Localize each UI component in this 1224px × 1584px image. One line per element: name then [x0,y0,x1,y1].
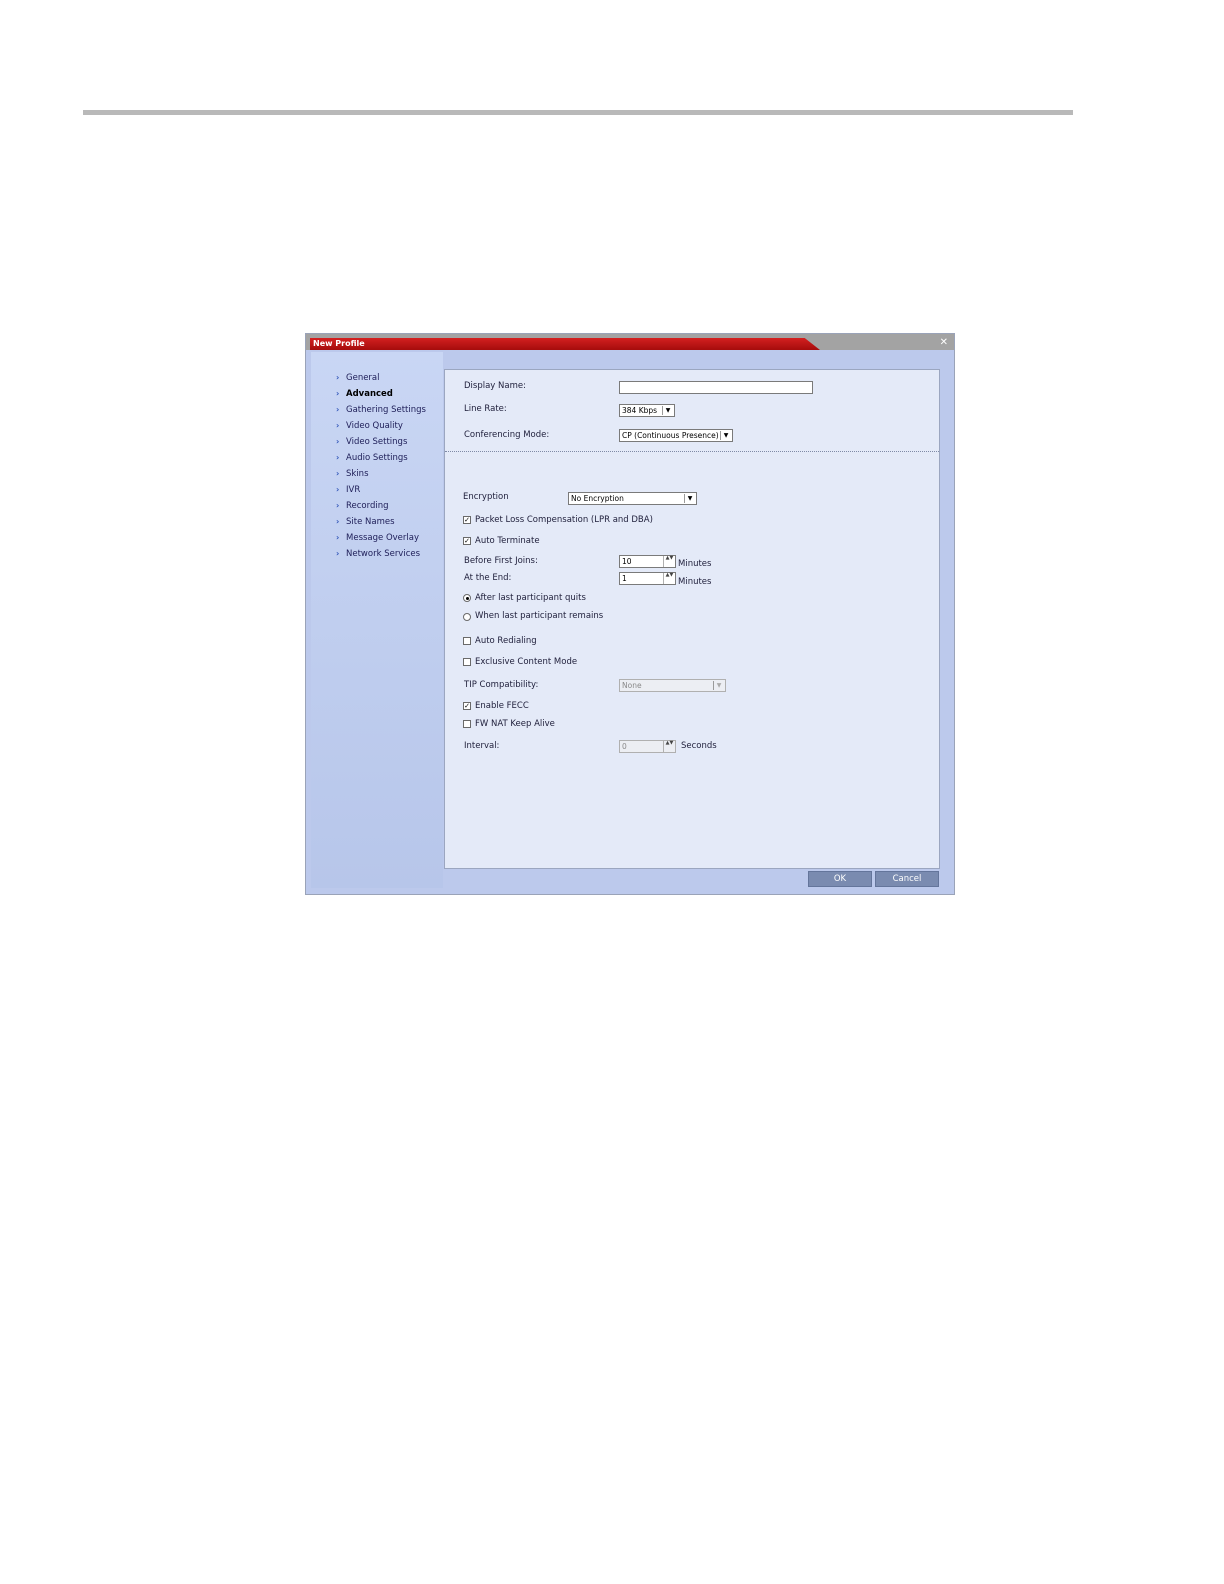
encryption-value: No Encryption [571,494,624,503]
sidebar-item-message-overlay[interactable]: › Message Overlay [336,532,419,544]
at-the-end-label: At the End: [464,573,512,583]
encryption-label: Encryption [463,492,509,502]
sidebar-item-audio-settings[interactable]: › Audio Settings [336,452,408,464]
close-icon[interactable]: ✕ [940,337,948,349]
display-name-field[interactable] [619,381,813,394]
sidebar-item-label: Advanced [346,389,393,399]
after-last-quits-label: After last participant quits [475,593,586,603]
sidebar-item-label: Message Overlay [346,533,420,543]
sidebar-item-label: Network Services [346,549,421,559]
sidebar-item-gathering-settings[interactable]: › Gathering Settings [336,404,426,416]
when-last-remains-label: When last participant remains [475,611,604,621]
chevron-down-icon[interactable]: ▼ [684,494,695,503]
sidebar-item-recording[interactable]: › Recording [336,500,389,512]
at-the-end-value: 1 [622,574,627,583]
chevron-right-icon: › [336,421,340,430]
exclusive-content-checkbox[interactable] [463,658,471,666]
new-profile-dialog: New Profile ✕ › General › Advanced › Gather… [305,333,955,895]
auto-redialing-checkbox[interactable] [463,637,471,645]
conferencing-mode-label: Conferencing Mode: [464,430,550,440]
chevron-right-icon: › [336,485,340,494]
chevron-right-icon: › [336,373,340,382]
sidebar-item-general[interactable]: › General [336,372,380,384]
spinner-arrows-icon[interactable]: ▲▼ [663,556,675,567]
sidebar-item-label: Audio Settings [346,453,408,463]
dialog-titlebar[interactable]: New Profile ✕ [306,334,954,350]
chevron-right-icon: › [336,469,340,478]
line-rate-value: 384 Kbps [622,406,658,415]
exclusive-content-label: Exclusive Content Mode [475,657,578,667]
conferencing-mode-value: CP (Continuous Presence) [622,431,719,440]
sidebar-item-site-names[interactable]: › Site Names [336,516,395,528]
tip-compatibility-select: None ▼ [619,679,726,692]
sidebar-item-label: Recording [346,501,389,511]
auto-redialing-label: Auto Redialing [475,636,537,646]
conferencing-mode-select[interactable]: CP (Continuous Presence) ▼ [619,429,733,442]
cancel-button[interactable]: Cancel [875,871,939,887]
ok-button[interactable]: OK [808,871,872,887]
sidebar-item-ivr[interactable]: › IVR [336,484,360,496]
interval-unit: Seconds [681,741,717,751]
nav-sidebar: › General › Advanced › Gathering Settings ›… [311,352,443,888]
before-first-joins-stepper[interactable]: 10 ▲▼ [619,555,676,568]
chevron-right-icon: › [336,389,340,398]
sidebar-item-label: General [346,373,380,383]
sidebar-item-label: Video Quality [346,421,403,431]
fw-nat-keep-alive-label: FW NAT Keep Alive [475,719,555,729]
before-first-joins-value: 10 [622,557,632,566]
fw-nat-keep-alive-checkbox[interactable] [463,720,471,728]
tip-compatibility-value: None [622,681,642,690]
sidebar-item-advanced[interactable]: › Advanced [336,388,393,400]
page-top-rule [83,110,1073,115]
sidebar-item-video-settings[interactable]: › Video Settings [336,436,407,448]
chevron-right-icon: › [336,453,340,462]
spinner-arrows-icon[interactable]: ▲▼ [663,573,675,584]
enable-fecc-checkbox[interactable]: ✓ [463,702,471,710]
sidebar-item-label: Gathering Settings [346,405,426,415]
after-last-quits-radio[interactable] [463,594,471,602]
enable-fecc-label: Enable FECC [475,701,529,711]
packet-loss-label: Packet Loss Compensation (LPR and DBA) [475,515,653,525]
display-name-label: Display Name: [464,381,526,391]
at-the-end-stepper[interactable]: 1 ▲▼ [619,572,676,585]
line-rate-select[interactable]: 384 Kbps ▼ [619,404,675,417]
chevron-down-icon[interactable]: ▼ [720,431,731,440]
chevron-right-icon: › [336,501,340,510]
chevron-right-icon: › [336,437,340,446]
auto-terminate-label: Auto Terminate [475,536,540,546]
packet-loss-checkbox[interactable]: ✓ [463,516,471,524]
sidebar-item-label: Video Settings [346,437,408,447]
before-first-joins-label: Before First Joins: [464,556,538,566]
when-last-remains-radio[interactable] [463,613,471,621]
sidebar-item-skins[interactable]: › Skins [336,468,369,480]
sidebar-item-label: IVR [346,485,361,495]
chevron-down-icon: ▼ [713,681,724,690]
before-first-joins-unit: Minutes [678,559,712,569]
interval-label: Interval: [464,741,500,751]
interval-value: 0 [622,742,627,751]
chevron-right-icon: › [336,533,340,542]
chevron-down-icon[interactable]: ▼ [662,406,673,415]
dialog-title: New Profile [313,339,365,348]
chevron-right-icon: › [336,405,340,414]
encryption-select[interactable]: No Encryption ▼ [568,492,697,505]
settings-panel: Display Name: Line Rate: 384 Kbps ▼ Confe… [444,369,940,869]
sidebar-item-label: Skins [346,469,369,479]
auto-terminate-checkbox[interactable]: ✓ [463,537,471,545]
line-rate-label: Line Rate: [464,404,507,414]
chevron-right-icon: › [336,517,340,526]
sidebar-item-network-services[interactable]: › Network Services [336,548,420,560]
interval-stepper: 0 ▲▼ [619,740,676,753]
section-divider [445,451,939,452]
sidebar-item-label: Site Names [346,517,395,527]
sidebar-item-video-quality[interactable]: › Video Quality [336,420,403,432]
tip-compatibility-label: TIP Compatibility: [464,680,539,690]
at-the-end-unit: Minutes [678,577,712,587]
spinner-arrows-icon: ▲▼ [663,741,675,752]
chevron-right-icon: › [336,549,340,558]
titlebar-accent [310,338,820,350]
